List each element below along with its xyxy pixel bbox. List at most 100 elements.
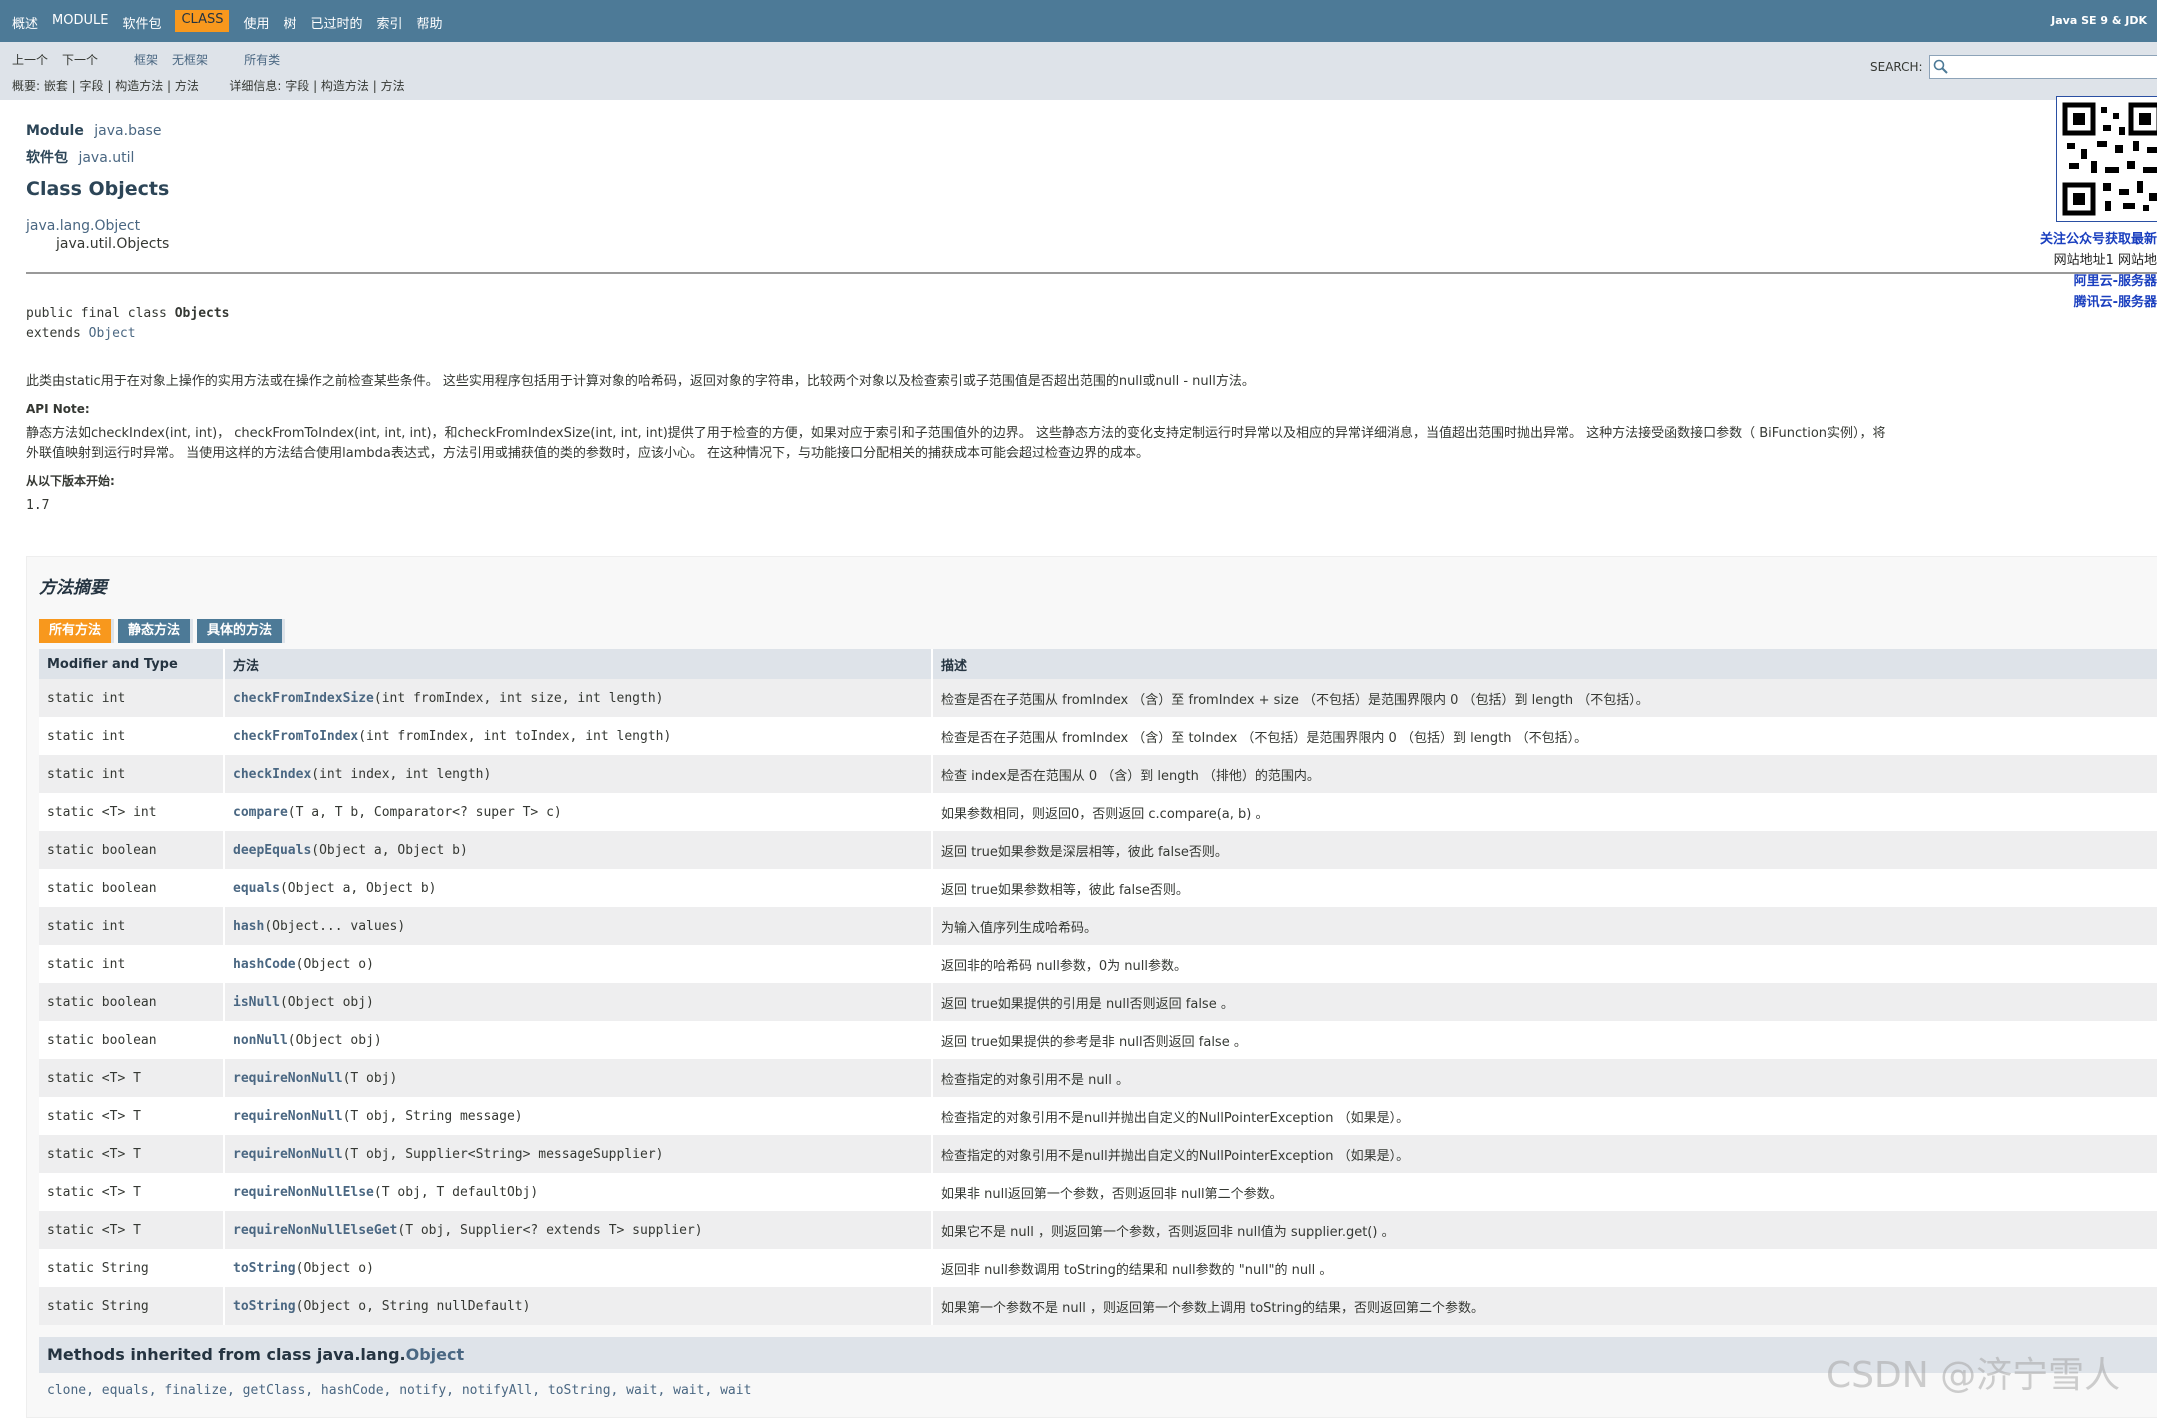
- method-type: static int: [39, 679, 225, 717]
- method-link[interactable]: toString: [233, 1299, 296, 1314]
- nav-overview[interactable]: 概述: [12, 13, 38, 32]
- nav-help[interactable]: 帮助: [417, 13, 443, 32]
- nav-class[interactable]: CLASS: [175, 10, 230, 32]
- method-params: (Object obj): [279, 994, 374, 1010]
- inherited-object-link[interactable]: Object: [406, 1345, 465, 1364]
- method-link[interactable]: requireNonNull: [233, 1147, 343, 1162]
- qr-code-image: [2056, 96, 2157, 222]
- method-link[interactable]: isNull: [233, 995, 280, 1010]
- col-description: 描述: [932, 649, 2157, 679]
- tab-all-methods[interactable]: 所有方法: [39, 619, 115, 643]
- method-type: static boolean: [39, 831, 225, 869]
- qr-text-3[interactable]: 阿里云-服务器: [2074, 270, 2157, 289]
- method-signature: requireNonNullElse(T obj, T defaultObj): [224, 1173, 933, 1211]
- summary-nav[interactable]: 概要: 嵌套 | 字段 | 构造方法 | 方法: [12, 79, 199, 93]
- class-signature: public final class Objects extends Objec…: [26, 304, 230, 344]
- table-row: static int hash(Object... values) 为输入值序列生成…: [39, 907, 2157, 945]
- method-params: (Object obj): [287, 1032, 382, 1048]
- method-link[interactable]: requireNonNullElseGet: [233, 1223, 397, 1238]
- method-desc: 返回非 null参数调用 toString的结果和 null参数的 "null"…: [932, 1249, 2157, 1287]
- nav-module[interactable]: MODULE: [52, 13, 108, 32]
- method-signature: requireNonNullElseGet(T obj, Supplier<? …: [224, 1211, 933, 1249]
- method-summary-title: 方法摘要: [39, 578, 107, 598]
- method-link[interactable]: checkIndex: [233, 767, 311, 782]
- inherited-methods-list[interactable]: clone, equals, finalize, getClass, hashC…: [47, 1383, 751, 1398]
- method-link[interactable]: equals: [233, 881, 280, 896]
- method-params: (T obj, Supplier<String> messageSupplier…: [342, 1146, 664, 1162]
- qr-text-4[interactable]: 腾讯云-服务器: [2074, 291, 2157, 310]
- since-label: 从以下版本开始:: [26, 474, 115, 488]
- api-note-line-1: 静态方法如checkIndex(int, int)， checkFromToIn…: [26, 426, 1886, 441]
- method-params: (Object... values): [264, 918, 406, 934]
- method-params: (Object a, Object b): [279, 880, 437, 896]
- inherit-child: java.util.Objects: [56, 236, 170, 252]
- frames-link[interactable]: 框架: [134, 51, 158, 68]
- method-type: static <T> int: [39, 793, 225, 831]
- method-type: static <T> T: [39, 1059, 225, 1097]
- method-link[interactable]: checkFromToIndex: [233, 729, 358, 744]
- method-link[interactable]: hashCode: [233, 957, 296, 972]
- sub-navbar: 上一个 下一个 框架 无框架 所有类 概要: 嵌套 | 字段 | 构造方法 | …: [0, 42, 2157, 100]
- method-signature: compare(T a, T b, Comparator<? super T> …: [224, 793, 933, 831]
- method-type: static String: [39, 1287, 225, 1325]
- method-params: (Object o): [295, 1260, 374, 1276]
- module-label: Module: [26, 123, 84, 139]
- table-row: static int hashCode(Object o) 返回非的哈希码 null…: [39, 945, 2157, 983]
- method-type: static int: [39, 907, 225, 945]
- table-row: static int checkFromToIndex(int fromIndex…: [39, 717, 2157, 755]
- nav-deprecated[interactable]: 已过时的: [311, 13, 363, 32]
- tab-static-methods[interactable]: 静态方法: [118, 619, 194, 643]
- qr-text-1[interactable]: 关注公众号获取最新: [2040, 228, 2157, 247]
- extends-prefix: extends: [26, 326, 89, 341]
- nav-index[interactable]: 索引: [377, 13, 403, 32]
- method-params: (int index, int length): [311, 766, 492, 782]
- table-row: static <T> TrequireNonNullElse(T obj, T …: [39, 1173, 2157, 1211]
- noframes-link[interactable]: 无框架: [172, 51, 208, 68]
- next-class-link[interactable]: 下一个: [62, 51, 98, 68]
- jdk-label: Java SE 9 & JDK: [2051, 14, 2147, 27]
- api-note-text: 静态方法如checkIndex(int, int)， checkFromToIn…: [26, 424, 2156, 464]
- method-signature: isNull(Object obj): [224, 983, 933, 1021]
- table-row: static int checkIndex(int index, int leng…: [39, 755, 2157, 793]
- method-summary: 方法摘要 所有方法 静态方法 具体的方法 Modifier and Type 方…: [26, 556, 2157, 1418]
- top-nav-list: 概述 MODULE 软件包 CLASS 使用 树 已过时的 索引 帮助: [12, 10, 443, 32]
- inherit-parent-link[interactable]: java.lang.Object: [26, 218, 140, 234]
- since-value: 1.7: [26, 498, 50, 513]
- method-desc: 为输入值序列生成哈希码。: [932, 907, 2157, 945]
- method-signature: hashCode(Object o): [224, 945, 933, 983]
- method-desc: 检查指定的对象引用不是null并抛出自定义的NullPointerExcepti…: [932, 1135, 2157, 1173]
- method-table: Modifier and Type 方法 描述 static int checkF…: [39, 649, 2157, 1325]
- method-link[interactable]: deepEquals: [233, 843, 311, 858]
- table-row: static int checkFromIndexSize(int fromInd…: [39, 679, 2157, 717]
- package-link[interactable]: java.util: [78, 150, 134, 166]
- method-signature: checkFromIndexSize(int fromIndex, int si…: [224, 679, 933, 717]
- method-link[interactable]: requireNonNull: [233, 1071, 343, 1086]
- search-icon: [1933, 59, 1948, 74]
- module-link[interactable]: java.base: [94, 123, 161, 139]
- method-type: static <T> T: [39, 1173, 225, 1211]
- method-desc: 如果非 null返回第一个参数，否则返回非 null第二个参数。: [932, 1173, 2157, 1211]
- detail-nav[interactable]: 详细信息: 字段 | 构造方法 | 方法: [229, 79, 404, 93]
- tab-concrete-methods[interactable]: 具体的方法: [197, 619, 286, 643]
- prev-class-link[interactable]: 上一个: [12, 51, 48, 68]
- nav-tree[interactable]: 树: [284, 13, 297, 32]
- method-link[interactable]: compare: [233, 805, 288, 820]
- allclasses-link[interactable]: 所有类: [244, 51, 280, 68]
- extends-link[interactable]: Object: [89, 326, 136, 341]
- method-link[interactable]: nonNull: [233, 1033, 288, 1048]
- nav-use[interactable]: 使用: [243, 13, 269, 32]
- qr-text-2[interactable]: 网站地址1 网站地: [2054, 249, 2157, 268]
- search-input[interactable]: [1928, 55, 2157, 79]
- table-row: static <T> int compare(T a, T b, Comparat…: [39, 793, 2157, 831]
- method-link[interactable]: checkFromIndexSize: [233, 691, 374, 706]
- method-link[interactable]: toString: [233, 1261, 296, 1276]
- api-note-line-2: 外联值映射到运行时异常。 当使用这样的方法结合使用lambda表达式，方法引用或…: [26, 446, 1149, 461]
- method-params: (int fromIndex, int size, int length): [373, 690, 664, 706]
- method-link[interactable]: requireNonNull: [233, 1109, 343, 1124]
- class-description: 此类由static用于在对象上操作的实用方法或在操作之前检查某些条件。 这些实用…: [26, 374, 1255, 389]
- method-link[interactable]: requireNonNullElse: [233, 1185, 374, 1200]
- nav-package[interactable]: 软件包: [122, 13, 161, 32]
- method-link[interactable]: hash: [233, 919, 264, 934]
- method-signature: requireNonNull(T obj, String message): [224, 1097, 933, 1135]
- method-signature: requireNonNull(T obj, Supplier<String> m…: [224, 1135, 933, 1173]
